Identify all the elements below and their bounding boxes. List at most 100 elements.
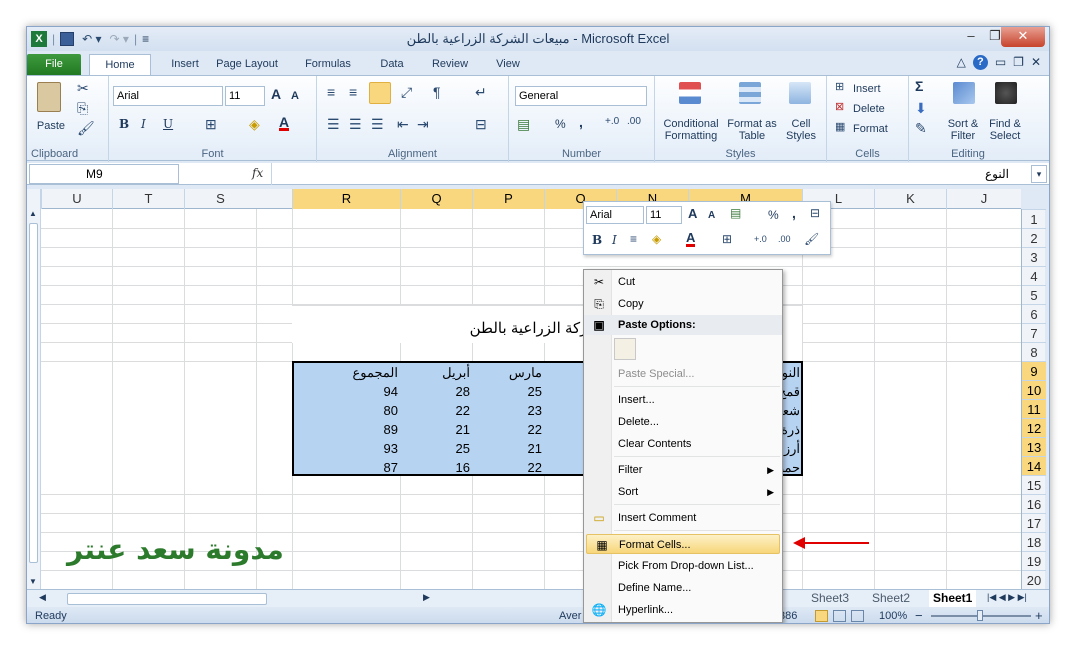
increase-decimal-icon[interactable]: +.0 [605,116,619,127]
cell-total-4[interactable]: 93 [294,441,398,456]
sort-filter-button[interactable]: Sort & Filter [943,118,983,142]
find-select-button[interactable]: Find & Select [985,118,1025,142]
row-header[interactable]: 12 [1022,418,1046,437]
tab-formulas[interactable]: Formulas [295,54,361,75]
mini-grow-font-button[interactable]: A [688,207,697,220]
col-header-p[interactable]: P [472,189,544,209]
format-cells-ribbon-button[interactable]: Format [853,123,888,135]
borders-icon[interactable]: ⊞ [205,116,217,133]
row-header[interactable]: 6 [1022,304,1046,323]
tab-view[interactable]: View [485,54,531,75]
cell-march-2[interactable]: 23 [472,403,542,418]
col-header-t[interactable]: T [112,189,184,209]
tab-insert[interactable]: Insert [155,54,215,75]
cut-icon[interactable]: ✂ [77,80,89,97]
mini-increase-decimal-icon[interactable]: +.0 [754,234,767,244]
tab-review[interactable]: Review [423,54,477,75]
col-header-u[interactable]: U [41,189,112,209]
cell-total-5[interactable]: 87 [294,460,398,475]
number-format-select[interactable]: General [515,86,647,106]
name-box[interactable]: M9 [29,164,179,184]
shrink-font-button[interactable]: A [291,90,299,102]
mini-borders-icon[interactable]: ⊞ [722,232,732,246]
insert-cells-button[interactable]: Insert [853,83,881,95]
worksheet-grid[interactable]: شركة الزراعية بالطن المجموع أبريل مارس ا… [41,209,1021,589]
align-right-icon[interactable]: ☰ [371,116,384,133]
expand-formula-bar-icon[interactable]: ▾ [1031,165,1047,183]
scroll-up-icon[interactable]: ▲ [29,209,37,218]
decrease-indent-icon[interactable]: ⇤ [397,116,409,133]
col-header-r[interactable]: R [292,189,400,209]
tab-file[interactable]: File [27,54,81,75]
zoom-out-button[interactable]: − [915,607,923,623]
wrap-text-icon[interactable]: ↵ [475,84,487,101]
mini-percent-button[interactable]: % [768,209,779,221]
format-cells-ribbon-icon[interactable]: ▦ [835,120,845,133]
workbook-restore-icon[interactable]: ❐ [1013,55,1024,70]
paste-option-button[interactable] [614,338,636,360]
row-header[interactable]: 11 [1022,399,1046,418]
cell-march-1[interactable]: 25 [472,384,542,399]
row-header[interactable]: 5 [1022,285,1046,304]
row-header[interactable]: 9 [1022,361,1046,380]
menu-item-clear-contents[interactable]: Clear Contents [584,434,782,454]
mini-decrease-decimal-icon[interactable]: .00 [778,234,791,244]
paste-icon[interactable] [37,82,61,112]
col-header-j[interactable]: J [946,189,1021,209]
scroll-down-icon[interactable]: ▼ [29,577,37,586]
cell-total-2[interactable]: 80 [294,403,398,418]
tab-home[interactable]: Home [89,54,151,75]
mini-italic-button[interactable]: I [612,234,617,246]
row-header[interactable]: 8 [1022,342,1046,361]
fill-icon[interactable]: ⬇ [915,100,927,117]
row-header[interactable]: 7 [1022,323,1046,342]
clear-icon[interactable]: ✎ [915,120,927,137]
font-name-select[interactable]: Arial [113,86,223,106]
cell-styles-icon[interactable] [789,82,811,104]
cell-april-3[interactable]: 21 [400,422,470,437]
horizontal-scrollbar[interactable] [67,593,267,605]
format-as-table-icon[interactable] [739,82,761,104]
zoom-in-button[interactable]: + [1035,607,1043,623]
cell-april-1[interactable]: 28 [400,384,470,399]
row-header[interactable]: 1 [1022,209,1046,228]
mini-comma-button[interactable]: , [792,206,796,220]
format-as-table-button[interactable]: Format as Table [727,118,777,142]
scroll-thumb[interactable] [29,223,38,563]
mini-merge-icon[interactable]: ⊟ [810,206,820,220]
cell-styles-button[interactable]: Cell Styles [779,118,823,142]
row-header[interactable]: 15 [1022,475,1046,494]
paste-button[interactable]: Paste [31,120,71,132]
workbook-minimize-icon[interactable]: ▭ [995,55,1006,70]
cell-april-5[interactable]: 16 [400,460,470,475]
mini-format-painter-icon[interactable]: 🖌 [804,232,819,246]
mini-bold-button[interactable]: B [592,234,602,246]
collapse-ribbon-icon[interactable]: △ [957,55,966,70]
row-header[interactable]: 19 [1022,551,1046,570]
cell-march-4[interactable]: 21 [472,441,542,456]
autosum-button[interactable]: Σ [915,79,923,93]
col-header-s[interactable]: S [184,189,256,209]
accounting-icon[interactable]: ▤ [517,116,530,133]
italic-button[interactable]: I [141,118,146,130]
close-button[interactable]: ✕ [1001,27,1045,47]
menu-item-define-name[interactable]: Define Name... [584,578,782,598]
underline-button[interactable]: U [163,118,173,130]
cell-march-3[interactable]: 22 [472,422,542,437]
align-middle-icon[interactable]: ≡ [349,84,357,100]
delete-cells-button[interactable]: Delete [853,103,885,115]
normal-view-icon[interactable] [815,610,828,622]
row-header[interactable]: 16 [1022,494,1046,513]
sheet-tab-3[interactable]: Sheet3 [811,590,849,608]
menu-item-delete[interactable]: Delete... [584,412,782,432]
font-size-select[interactable]: 11 [225,86,265,106]
increase-indent-icon[interactable]: ⇥ [417,116,429,133]
sheet-tab-1[interactable]: Sheet1 [929,590,977,608]
percent-button[interactable]: % [555,118,566,130]
page-break-view-icon[interactable] [851,610,864,622]
row-header[interactable]: 14 [1022,456,1046,475]
cell-total-1[interactable]: 94 [294,384,398,399]
menu-item-hyperlink[interactable]: 🌐 Hyperlink... [584,600,782,620]
help-icon[interactable]: ? [972,55,988,70]
mini-shrink-font-button[interactable]: A [708,210,715,222]
